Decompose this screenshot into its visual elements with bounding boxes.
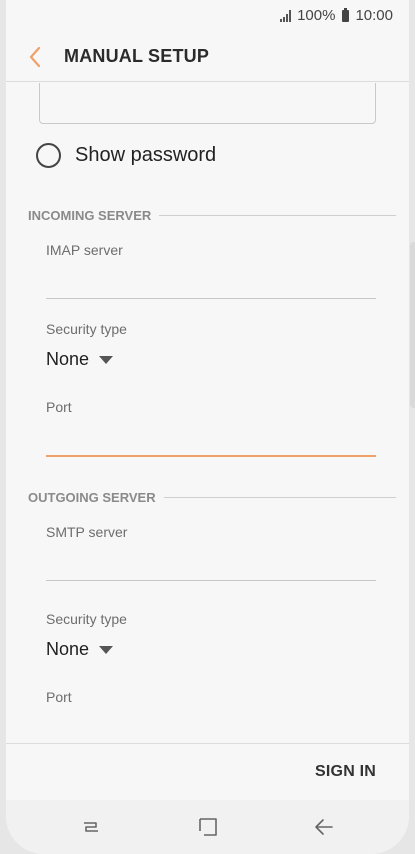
- outgoing-port-label: Port: [46, 689, 72, 705]
- incoming-security-type-dropdown[interactable]: None: [46, 349, 114, 370]
- password-field[interactable]: [39, 83, 376, 124]
- back-button[interactable]: [20, 42, 50, 72]
- chevron-left-icon: [29, 46, 41, 68]
- page-title: MANUAL SETUP: [64, 46, 210, 66]
- caret-down-icon: [99, 645, 114, 654]
- incoming-server-header: INCOMING SERVER: [28, 208, 396, 223]
- action-bar: SIGN IN: [6, 743, 409, 800]
- outgoing-security-type-value: None: [46, 639, 90, 659]
- section-divider: [163, 497, 396, 498]
- section-divider: [159, 215, 396, 216]
- outgoing-server-title: OUTGOING SERVER: [28, 490, 156, 505]
- outgoing-security-type-dropdown[interactable]: None: [46, 639, 114, 660]
- incoming-port-input[interactable]: [46, 455, 376, 457]
- show-password-checkbox[interactable]: [36, 143, 61, 168]
- navigation-bar: [6, 800, 409, 854]
- battery-percent: 100%: [297, 7, 336, 24]
- show-password-option[interactable]: Show password: [36, 143, 216, 168]
- sign-in-button[interactable]: SIGN IN: [315, 763, 376, 781]
- caret-down-icon: [99, 355, 114, 364]
- smtp-server-label: SMTP server: [46, 524, 128, 540]
- home-button[interactable]: [195, 814, 221, 840]
- imap-server-input[interactable]: [46, 298, 376, 299]
- device-frame: 100% 10:00 MANUAL SETUP Show password IN…: [0, 0, 415, 854]
- screen: 100% 10:00 MANUAL SETUP Show password IN…: [6, 0, 409, 854]
- recents-button[interactable]: [78, 814, 104, 840]
- incoming-port-label: Port: [46, 399, 72, 415]
- battery-icon: [342, 7, 350, 22]
- clock: 10:00: [355, 7, 393, 24]
- show-password-label: Show password: [75, 144, 217, 166]
- app-bar: MANUAL SETUP: [6, 32, 409, 82]
- home-icon: [199, 818, 217, 836]
- status-bar: 100% 10:00: [6, 0, 409, 32]
- nav-back-button[interactable]: [311, 814, 337, 840]
- incoming-security-type-label: Security type: [46, 321, 127, 337]
- recents-icon: [84, 822, 98, 832]
- outgoing-security-type-label: Security type: [46, 611, 127, 627]
- signal-icon: [280, 9, 292, 22]
- incoming-server-title: INCOMING SERVER: [28, 208, 152, 223]
- outgoing-server-header: OUTGOING SERVER: [28, 490, 396, 505]
- imap-server-label: IMAP server: [46, 242, 123, 258]
- device-side-key: [410, 242, 415, 408]
- incoming-security-type-value: None: [46, 349, 90, 369]
- smtp-server-input[interactable]: [46, 580, 376, 581]
- settings-form: Show password INCOMING SERVER IMAP serve…: [6, 83, 409, 743]
- back-arrow-icon: [315, 819, 333, 835]
- status-indicators: 100% 10:00: [280, 7, 393, 24]
